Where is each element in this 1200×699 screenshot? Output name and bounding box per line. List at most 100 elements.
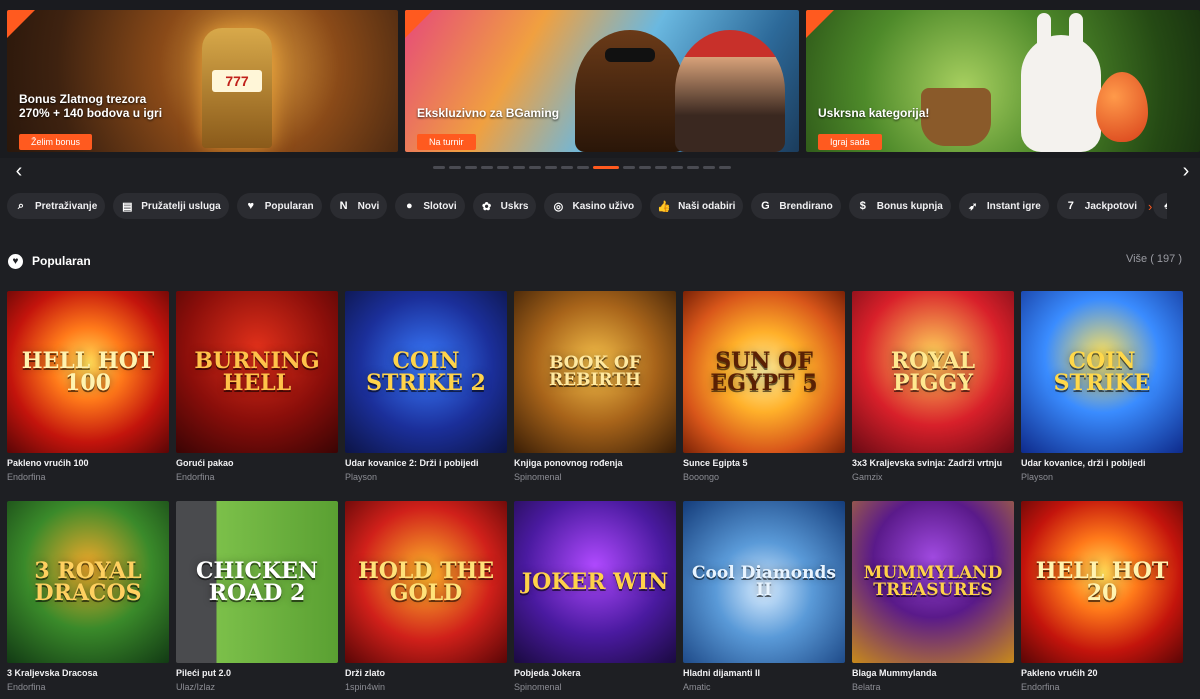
game-thumbnail[interactable]: CHICKEN ROAD 2	[176, 501, 338, 663]
game-title[interactable]: Pobjeda Jokera	[514, 667, 676, 679]
category-pill[interactable]: ➶ Instant igre	[958, 193, 1049, 219]
category-pill[interactable]: ⌕ Pretraživanje	[7, 193, 106, 219]
category-pill[interactable]: 👍 Naši odabiri	[650, 193, 744, 219]
category-pill[interactable]: G Brendirano	[751, 193, 841, 219]
game-card[interactable]: SUN OF EGYPT 5 Sunce Egipta 5 Booongo	[683, 291, 845, 483]
category-pill[interactable]: ● Slotovi	[395, 193, 465, 219]
game-card[interactable]: MUMMYLAND TREASURES Blaga Mummylanda Belat…	[852, 501, 1014, 693]
game-provider: Endorfina	[7, 682, 46, 692]
game-thumbnail[interactable]: MUMMYLAND TREASURES	[852, 501, 1014, 663]
see-more-link[interactable]: Više ( 197 )	[1126, 253, 1182, 265]
game-thumbnail[interactable]: HOLD THE GOLD	[345, 501, 507, 663]
game-thumbnail[interactable]: JOKER WIN	[514, 501, 676, 663]
category-pill[interactable]: ✿ Uskrs	[472, 193, 537, 219]
game-thumbnail[interactable]: COIN STRIKE	[1021, 291, 1183, 453]
game-thumbnail[interactable]: Cool Diamonds II	[683, 501, 845, 663]
carousel-dot[interactable]	[703, 166, 715, 169]
category-pill[interactable]: ◎ Kasino uživo	[544, 193, 643, 219]
banner-button[interactable]: Želim bonus	[19, 134, 93, 150]
carousel-dot[interactable]	[623, 166, 635, 169]
carousel-prev-icon[interactable]: ‹	[9, 160, 29, 183]
bunny-illustration	[1021, 13, 1101, 152]
carousel-next-icon[interactable]: ›	[1176, 160, 1196, 183]
basket-illustration	[921, 88, 991, 146]
carousel-dot[interactable]	[719, 166, 731, 169]
category-pill[interactable]: ▤ Pružatelji usluga	[113, 193, 229, 219]
carousel-dot[interactable]	[545, 166, 557, 169]
scroll-right-icon[interactable]: ›	[1148, 199, 1152, 214]
game-logo: SUN OF EGYPT 5	[710, 348, 818, 396]
game-card[interactable]: HELL HOT 100 Pakleno vrućih 100 Endorfina	[7, 291, 169, 483]
carousel-dot[interactable]	[497, 166, 509, 169]
carousel-dot[interactable]	[655, 166, 667, 169]
game-title[interactable]: Blaga Mummylanda	[852, 667, 1014, 679]
banner-button[interactable]: Na turnir	[417, 134, 476, 150]
game-card[interactable]: CHICKEN ROAD 2 Pileći put 2.0 Ulaz/Izlaz	[176, 501, 338, 693]
slot-machine-illustration: 777	[202, 28, 272, 148]
game-thumbnail[interactable]: SUN OF EGYPT 5	[683, 291, 845, 453]
game-card[interactable]: BOOK OF REBIRTH Knjiga ponovnog rođenja Sp…	[514, 291, 676, 483]
category-label: Jackpotovi	[1084, 200, 1138, 212]
game-provider: Endorfina	[176, 472, 215, 482]
game-card[interactable]: ROYAL PIGGY 3x3 Kraljevska svinja: Zadrži…	[852, 291, 1014, 483]
game-card[interactable]: COIN STRIKE 2 Udar kovanice 2: Drži i pob…	[345, 291, 507, 483]
game-card[interactable]: COIN STRIKE Udar kovanice, drži i pobijed…	[1021, 291, 1183, 483]
carousel-dot[interactable]	[593, 166, 619, 169]
game-thumbnail[interactable]: BOOK OF REBIRTH	[514, 291, 676, 453]
game-thumbnail[interactable]: HELL HOT 100	[7, 291, 169, 453]
carousel-dot[interactable]	[529, 166, 541, 169]
carousel-dot[interactable]	[481, 166, 493, 169]
game-card[interactable]: 3 ROYAL DRACOS 3 Kraljevska Dracosa Endorf…	[7, 501, 169, 693]
game-thumbnail[interactable]: BURNING HELL	[176, 291, 338, 453]
game-title[interactable]: Pakleno vrućih 100	[7, 457, 169, 469]
game-logo: 3 ROYAL DRACOS	[34, 558, 142, 606]
game-title[interactable]: Udar kovanice, drži i pobijedi	[1021, 457, 1183, 469]
category-pill[interactable]: 7 Jackpotovi	[1056, 193, 1146, 219]
game-logo: Cool Diamonds II	[692, 563, 836, 600]
game-title[interactable]: 3 Kraljevska Dracosa	[7, 667, 169, 679]
game-card[interactable]: HELL HOT 20 Pakleno vrućih 20 Endorfina	[1021, 501, 1183, 693]
promo-banner-golden-vault[interactable]: 777 Bonus Zlatnog trezora 270% + 140 bod…	[7, 10, 398, 152]
carousel-dot[interactable]	[577, 166, 589, 169]
category-pill[interactable]: N Novi	[329, 193, 388, 219]
game-logo: HOLD THE GOLD	[357, 558, 495, 606]
game-thumbnail[interactable]: ROYAL PIGGY	[852, 291, 1014, 453]
game-title[interactable]: Pileći put 2.0	[176, 667, 338, 679]
category-label: Popularan	[264, 200, 314, 212]
game-thumbnail[interactable]: 3 ROYAL DRACOS	[7, 501, 169, 663]
carousel-dot[interactable]	[687, 166, 699, 169]
carousel-dot[interactable]	[465, 166, 477, 169]
game-provider: Endorfina	[1021, 682, 1060, 692]
game-thumbnail[interactable]: COIN STRIKE 2	[345, 291, 507, 453]
carousel-dot[interactable]	[449, 166, 461, 169]
game-logo: HELL HOT 100	[21, 348, 155, 396]
game-title[interactable]: Pakleno vrućih 20	[1021, 667, 1183, 679]
category-pill[interactable]: ♠Stolne	[1153, 193, 1167, 219]
promo-banner-bgaming[interactable]: Ekskluzivno za BGaming Na turnir	[405, 10, 799, 152]
game-title[interactable]: Gorući pakao	[176, 457, 338, 469]
game-card[interactable]: JOKER WIN Pobjeda Jokera Spinomenal	[514, 501, 676, 693]
game-title[interactable]: Drži zlato	[345, 667, 507, 679]
carousel-dot[interactable]	[639, 166, 651, 169]
slot-reels: 777	[212, 70, 262, 92]
game-title[interactable]: Udar kovanice 2: Drži i pobijedi	[345, 457, 507, 469]
promo-banner-easter[interactable]: Uskrsna kategorija! Igraj sada	[806, 10, 1200, 152]
game-card[interactable]: BURNING HELL Gorući pakao Endorfina	[176, 291, 338, 483]
game-card[interactable]: Cool Diamonds II Hladni dijamanti II Amati…	[683, 501, 845, 693]
category-label: Brendirano	[779, 200, 833, 212]
game-title[interactable]: 3x3 Kraljevska svinja: Zadrži vrtnju	[852, 457, 1014, 469]
carousel-dot[interactable]	[433, 166, 445, 169]
banner-button[interactable]: Igraj sada	[818, 134, 882, 150]
game-title[interactable]: Knjiga ponovnog rođenja	[514, 457, 676, 469]
game-card[interactable]: HOLD THE GOLD Drži zlato 1spin4win	[345, 501, 507, 693]
carousel-dot[interactable]	[561, 166, 573, 169]
category-pill[interactable]: $ Bonus kupnja	[848, 193, 951, 219]
carousel-dot[interactable]	[513, 166, 525, 169]
game-title[interactable]: Hladni dijamanti II	[683, 667, 845, 679]
game-thumbnail[interactable]: HELL HOT 20	[1021, 501, 1183, 663]
game-title[interactable]: Sunce Egipta 5	[683, 457, 845, 469]
carousel-dot[interactable]	[671, 166, 683, 169]
section-header: ♥ Popularan Više ( 197 )	[8, 252, 1188, 272]
category-pill[interactable]: ♥ Popularan	[236, 193, 322, 219]
game-logo: BURNING HELL	[194, 348, 320, 396]
